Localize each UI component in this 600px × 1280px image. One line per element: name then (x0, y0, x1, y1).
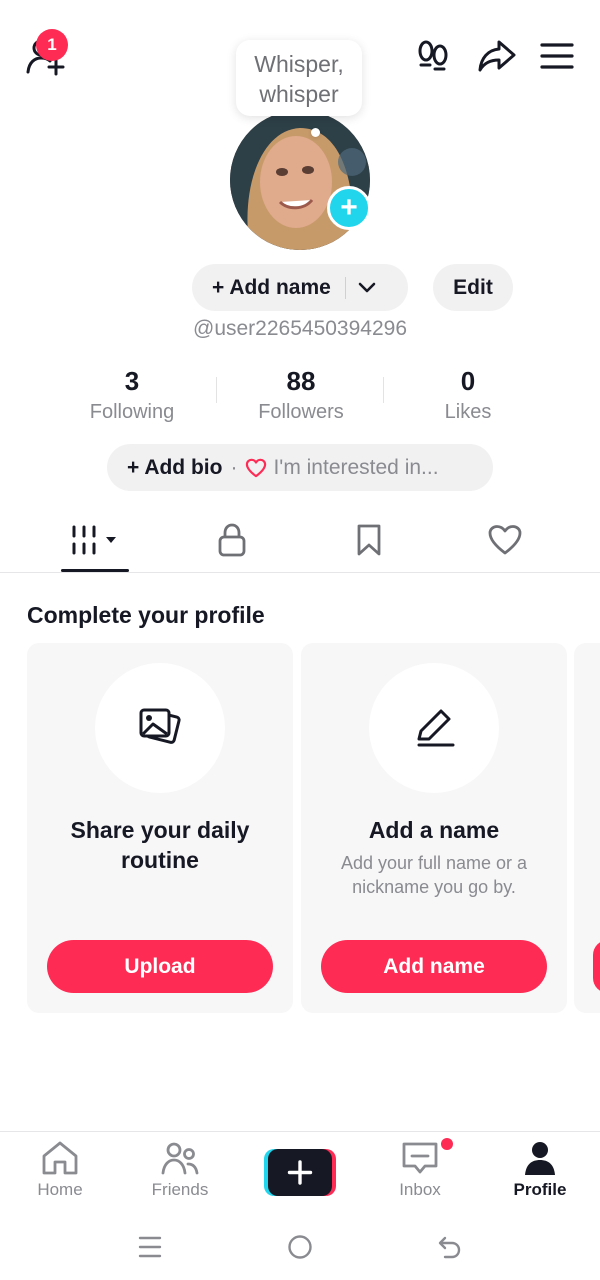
card-icon-circle (369, 663, 499, 793)
plus-icon (264, 1149, 336, 1196)
username: @user2265450394296 (193, 317, 407, 340)
home-circle-icon (288, 1235, 312, 1259)
card-peek-button[interactable] (593, 940, 600, 993)
nav-divider (0, 1131, 600, 1132)
inbox-icon (402, 1142, 438, 1174)
add-photo-button[interactable]: + (327, 186, 371, 230)
chevron-down-icon[interactable] (358, 282, 376, 294)
pill-divider (344, 276, 346, 299)
bio-separator: · (230, 455, 238, 479)
system-home-button[interactable] (280, 1230, 320, 1264)
nav-inbox[interactable]: Inbox (360, 1140, 480, 1200)
whisper-line-2: whisper (259, 81, 339, 107)
tabs-divider (0, 572, 600, 573)
following-count: 3 (124, 366, 140, 396)
pencil-icon (417, 709, 455, 747)
card-share-routine: Share your daily routine Upload (27, 643, 293, 1013)
following-label: Following (89, 401, 175, 423)
nav-profile-label: Profile (513, 1180, 567, 1199)
card-add-name: Add a name Add your full name or a nickn… (301, 643, 567, 1013)
followers-label: Followers (258, 401, 344, 423)
notification-badge: 1 (36, 29, 68, 61)
nav-home[interactable]: Home (0, 1140, 120, 1200)
whisper-bubble[interactable]: Whisper, whisper (236, 40, 362, 116)
section-title: Complete your profile (27, 602, 265, 628)
add-name-label: + Add name (212, 275, 331, 299)
card-title: Add a name (368, 817, 500, 843)
menu-button[interactable] (536, 37, 578, 75)
profile-icon (525, 1142, 555, 1175)
interest-label: I'm interested in... (273, 455, 439, 479)
inbox-notification-dot (441, 1138, 453, 1150)
card-subtitle: Add your full name or a nickname you go … (340, 853, 528, 897)
nav-inbox-label: Inbox (399, 1180, 441, 1199)
likes-stat[interactable]: 0 Likes (383, 366, 553, 424)
videos-grid-icon (72, 525, 116, 555)
system-recents-button[interactable] (130, 1230, 170, 1264)
hamburger-menu-icon (540, 43, 574, 69)
likes-count: 0 (460, 366, 476, 396)
add-bio-pill[interactable]: + Add bio · I'm interested in... (107, 444, 493, 491)
tab-private[interactable] (207, 518, 257, 562)
nav-home-label: Home (37, 1180, 83, 1199)
bubble-tail (311, 128, 320, 137)
system-back-button[interactable] (430, 1230, 470, 1264)
footprints-icon (418, 40, 448, 71)
upload-button[interactable]: Upload (47, 940, 273, 993)
heart-outline-icon (488, 525, 522, 555)
recents-icon (138, 1236, 162, 1258)
card-title: Share your daily routine (70, 817, 250, 873)
add-name-pill[interactable]: + Add name (192, 264, 408, 311)
home-icon (42, 1141, 78, 1175)
likes-label: Likes (444, 401, 492, 423)
footprints-button[interactable] (412, 36, 454, 76)
followers-count: 88 (286, 366, 316, 396)
following-stat[interactable]: 3 Following (47, 366, 217, 424)
lock-icon (218, 523, 246, 557)
card-icon-circle (95, 663, 225, 793)
edit-label: Edit (453, 275, 493, 299)
nav-friends[interactable]: Friends (120, 1140, 240, 1200)
add-name-button[interactable]: Add name (321, 940, 547, 993)
heart-icon (246, 458, 267, 477)
tab-liked[interactable] (480, 518, 530, 562)
nav-friends-label: Friends (151, 1180, 209, 1199)
whisper-line-1: Whisper, (254, 51, 344, 77)
photos-icon (139, 708, 181, 744)
tab-favorites[interactable] (344, 518, 394, 562)
back-icon (438, 1236, 461, 1259)
tab-videos[interactable] (61, 518, 129, 562)
friends-icon (161, 1142, 199, 1175)
followers-stat[interactable]: 88 Followers (216, 366, 386, 424)
nav-profile[interactable]: Profile (480, 1140, 600, 1200)
bookmark-icon (357, 524, 381, 556)
share-arrow-icon (478, 40, 516, 72)
share-button[interactable] (474, 35, 520, 77)
edit-profile-button[interactable]: Edit (433, 264, 513, 311)
create-button[interactable] (264, 1149, 336, 1196)
add-bio-label: + Add bio (127, 455, 223, 479)
